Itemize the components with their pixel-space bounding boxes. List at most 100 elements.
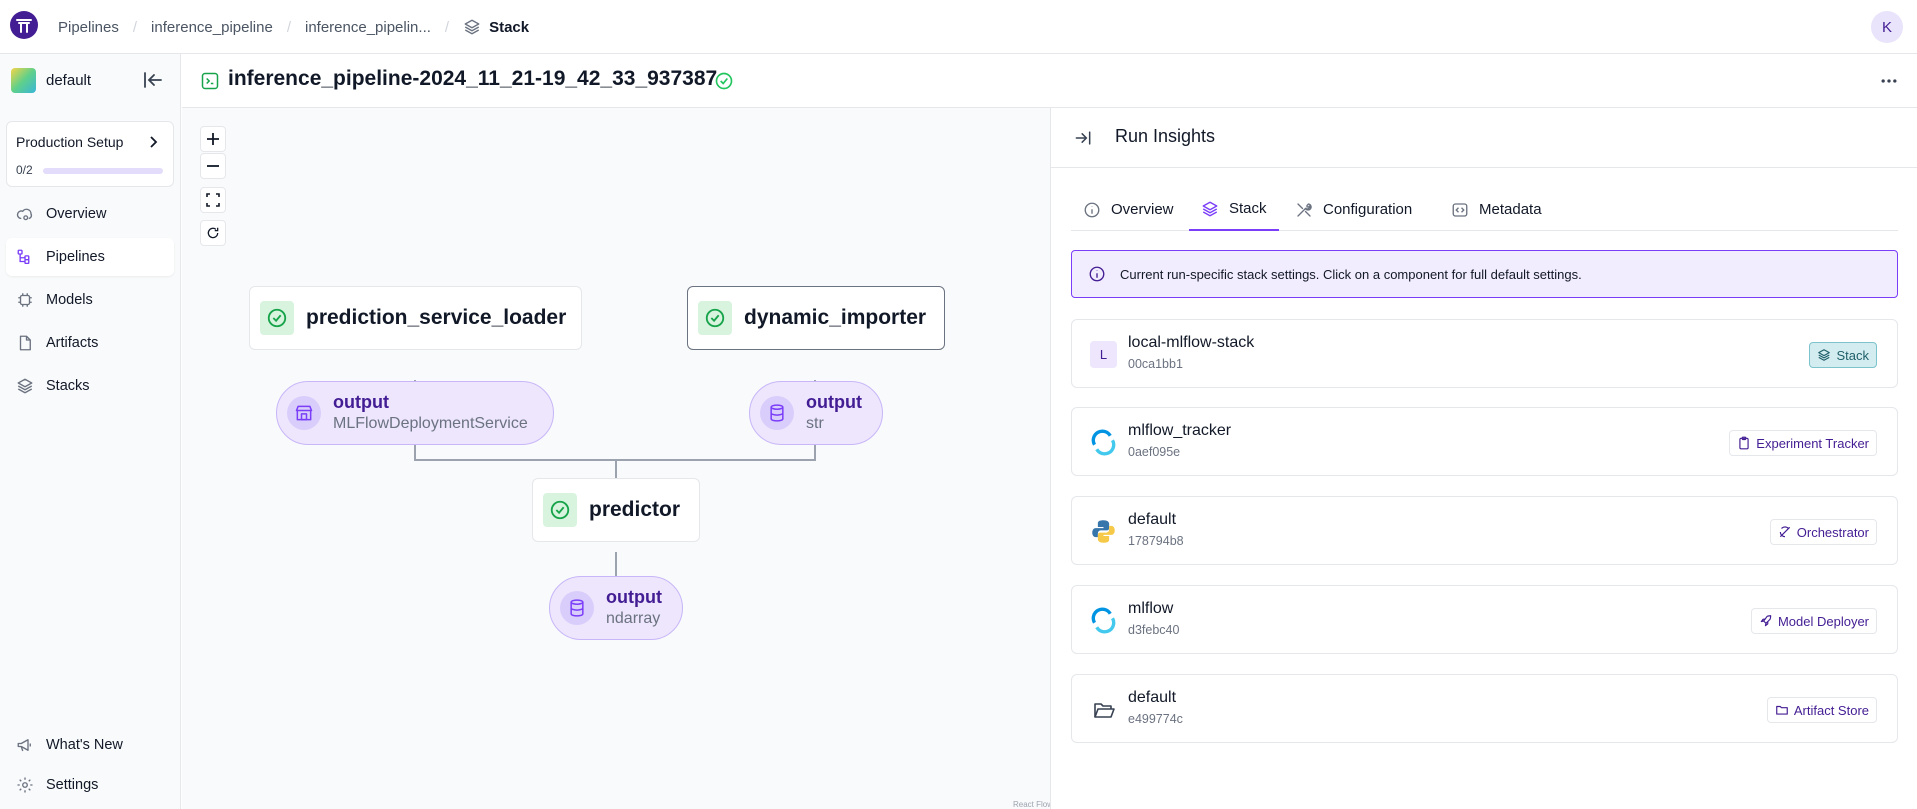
breadcrumb-separator: / (132, 18, 138, 36)
badge-label: Orchestrator (1796, 524, 1869, 540)
stack-component-card[interactable]: default e499774c Artifact Store (1071, 674, 1898, 743)
check-icon (543, 493, 577, 527)
panel-header: Run Insights (1051, 108, 1917, 168)
step-node-dynamic-importer[interactable]: dynamic_importer (687, 286, 945, 350)
badge-label: Experiment Tracker (1756, 435, 1869, 451)
info-icon (1088, 265, 1106, 283)
step-node-prediction-service-loader[interactable]: prediction_service_loader (249, 286, 582, 350)
artifact-name: output (333, 392, 389, 412)
badge-label: Model Deployer (1777, 613, 1869, 629)
artifact-name: output (806, 392, 862, 412)
tab-configuration[interactable]: Configuration (1295, 188, 1412, 231)
info-icon (1083, 201, 1101, 219)
code-icon (1451, 201, 1469, 219)
component-name: default (1128, 511, 1177, 528)
folder-icon (1775, 703, 1789, 717)
layers-icon (1817, 348, 1831, 362)
sidebar-item-artifacts[interactable]: Artifacts (6, 324, 174, 362)
production-setup-card[interactable]: Production Setup 0/2 (6, 121, 174, 187)
workspace-avatar (11, 68, 36, 93)
badge-label: Artifact Store (1793, 702, 1869, 718)
cloud-gear-icon (16, 205, 34, 223)
sidebar-item-label: Overview (46, 206, 107, 222)
zenml-logo[interactable] (10, 11, 38, 39)
sidebar-item-label: Settings (46, 777, 99, 793)
pipeline-icon (16, 248, 34, 266)
artifact-node-loader-output[interactable]: output MLFlowDeploymentService (276, 381, 554, 445)
step-name: predictor (589, 498, 681, 521)
refresh-button[interactable] (200, 220, 226, 246)
sidebar-item-overview[interactable]: Overview (6, 195, 174, 233)
tab-stack[interactable]: Stack (1189, 188, 1279, 231)
step-name: dynamic_importer (744, 306, 927, 329)
sidebar-item-label: Models (46, 292, 93, 308)
sidebar-item-pipelines[interactable]: Pipelines (6, 238, 174, 276)
fit-view-button[interactable] (200, 187, 226, 213)
tools-icon (1295, 201, 1313, 219)
breadcrumb-current-label: Stack (489, 18, 530, 36)
component-id: 0aef095e (1128, 445, 1181, 459)
breadcrumb-separator: / (286, 18, 291, 36)
stack-component-card[interactable]: default 178794b8 Orchestrator (1071, 496, 1898, 565)
layers-icon (16, 377, 34, 395)
top-bar: Pipelines / inference_pipeline / inferen… (0, 0, 1917, 54)
check-icon (698, 301, 732, 335)
tab-metadata[interactable]: Metadata (1451, 188, 1542, 231)
stack-component-card[interactable]: L local-mlflow-stack 00ca1bb1 Stack (1071, 319, 1898, 388)
dag-canvas[interactable]: prediction_service_loader dynamic_import… (182, 108, 1053, 809)
info-banner-text: Current run-specific stack settings. Cli… (1120, 266, 1582, 282)
run-header: inference_pipeline-2024_11_21-19_42_33_9… (182, 54, 1917, 108)
zoom-in-button[interactable] (200, 126, 226, 152)
sidebar-item-label: Artifacts (46, 335, 99, 351)
react-flow-attribution[interactable]: React Flow (1013, 800, 1053, 809)
sidebar-item-settings[interactable]: Settings (6, 766, 174, 804)
tab-label: Metadata (1479, 201, 1542, 218)
production-setup-title: Production Setup (16, 134, 124, 150)
collapse-sidebar-icon[interactable] (141, 68, 165, 92)
breadcrumb-pipelines[interactable]: Pipelines (58, 19, 119, 36)
workspace-name: default (46, 72, 92, 89)
user-avatar[interactable]: K (1871, 11, 1903, 43)
component-name: default (1128, 689, 1177, 706)
clipboard-icon (1737, 436, 1751, 450)
sidebar-item-models[interactable]: Models (6, 281, 174, 319)
mlflow-icon (1090, 429, 1117, 456)
breadcrumb-current: Stack (463, 18, 529, 36)
breadcrumb: Pipelines / inference_pipeline / inferen… (58, 0, 529, 54)
workspace-switcher[interactable]: default (11, 68, 91, 93)
folder-icon (1090, 696, 1117, 723)
stack-component-card[interactable]: mlflow_tracker 0aef095e Experiment Track… (1071, 407, 1898, 476)
component-type-badge: Stack (1809, 342, 1877, 368)
sidebar-item-stacks[interactable]: Stacks (6, 367, 174, 405)
terminal-icon (200, 71, 220, 91)
artifact-node-predictor-output[interactable]: output ndarray (549, 576, 683, 640)
breadcrumb-separator: / (444, 18, 450, 36)
more-options-icon[interactable] (1879, 71, 1899, 91)
step-node-predictor[interactable]: predictor (532, 478, 700, 542)
artifact-name: output (606, 587, 662, 607)
breadcrumb-pipeline[interactable]: inference_pipeline (151, 19, 273, 36)
sidebar-item-label: Pipelines (46, 249, 105, 265)
sidebar-item-label: What's New (46, 737, 123, 753)
artifact-node-importer-output[interactable]: output str (749, 381, 883, 445)
component-type-badge: Model Deployer (1750, 608, 1877, 634)
component-id: 178794b8 (1128, 534, 1184, 548)
artifact-type: ndarray (606, 610, 661, 627)
zoom-out-button[interactable] (200, 153, 226, 179)
storefront-icon (287, 396, 321, 430)
tab-label: Stack (1229, 200, 1267, 217)
tab-overview[interactable]: Overview (1083, 188, 1174, 231)
stack-component-card[interactable]: mlflow d3febc40 Model Deployer (1071, 585, 1898, 654)
gear-icon (16, 776, 34, 794)
run-insights-panel: Run Insights Overview Stack Configuratio… (1050, 108, 1917, 809)
component-type-badge: Orchestrator (1769, 519, 1877, 545)
dag-edges (414, 286, 816, 581)
close-panel-icon[interactable] (1073, 128, 1093, 148)
sidebar: default Production Setup 0/2 Overview Pi… (0, 54, 181, 809)
breadcrumb-run[interactable]: inference_pipelin... (305, 19, 431, 36)
orchestrator-icon (1778, 525, 1792, 539)
sidebar-item-whats-new[interactable]: What's New (6, 726, 174, 764)
layers-icon (463, 18, 481, 36)
panel-tabs: Overview Stack Configuration Metadata (1071, 188, 1898, 231)
mlflow-icon (1090, 607, 1117, 634)
